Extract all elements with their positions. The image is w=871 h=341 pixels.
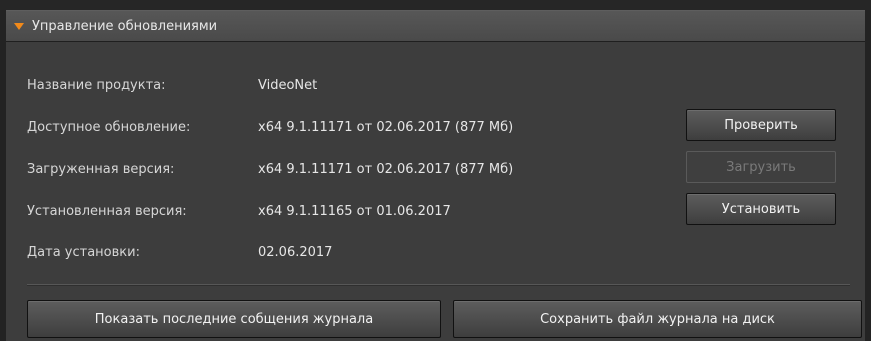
product-name-label: Название продукта:: [27, 78, 166, 93]
installed-version-label: Установленная версия:: [27, 204, 187, 219]
product-name-value: VideoNet: [258, 78, 318, 93]
install-date-label: Дата установки:: [27, 245, 140, 260]
check-button[interactable]: Проверить: [686, 109, 836, 141]
window-top-strip: [0, 0, 871, 10]
panel-header[interactable]: Управление обновлениями: [6, 10, 865, 42]
download-button[interactable]: Загрузить: [686, 151, 836, 183]
divider: [27, 284, 850, 286]
collapse-arrow-icon[interactable]: [14, 22, 24, 30]
install-date-value: 02.06.2017: [258, 245, 333, 260]
available-update-label: Доступное обновление:: [27, 120, 191, 135]
install-button[interactable]: Установить: [686, 193, 836, 225]
save-log-button[interactable]: Сохранить файл журнала на диск: [453, 300, 862, 338]
available-update-value: x64 9.1.11171 от 02.06.2017 (877 Мб): [258, 120, 514, 135]
installed-version-value: x64 9.1.11165 от 01.06.2017: [258, 204, 451, 219]
downloaded-version-label: Загруженная версия:: [27, 162, 175, 177]
downloaded-version-value: x64 9.1.11171 от 02.06.2017 (877 Мб): [258, 162, 514, 177]
panel-title: Управление обновлениями: [32, 18, 218, 34]
show-log-button[interactable]: Показать последние собщения журнала: [27, 300, 441, 338]
